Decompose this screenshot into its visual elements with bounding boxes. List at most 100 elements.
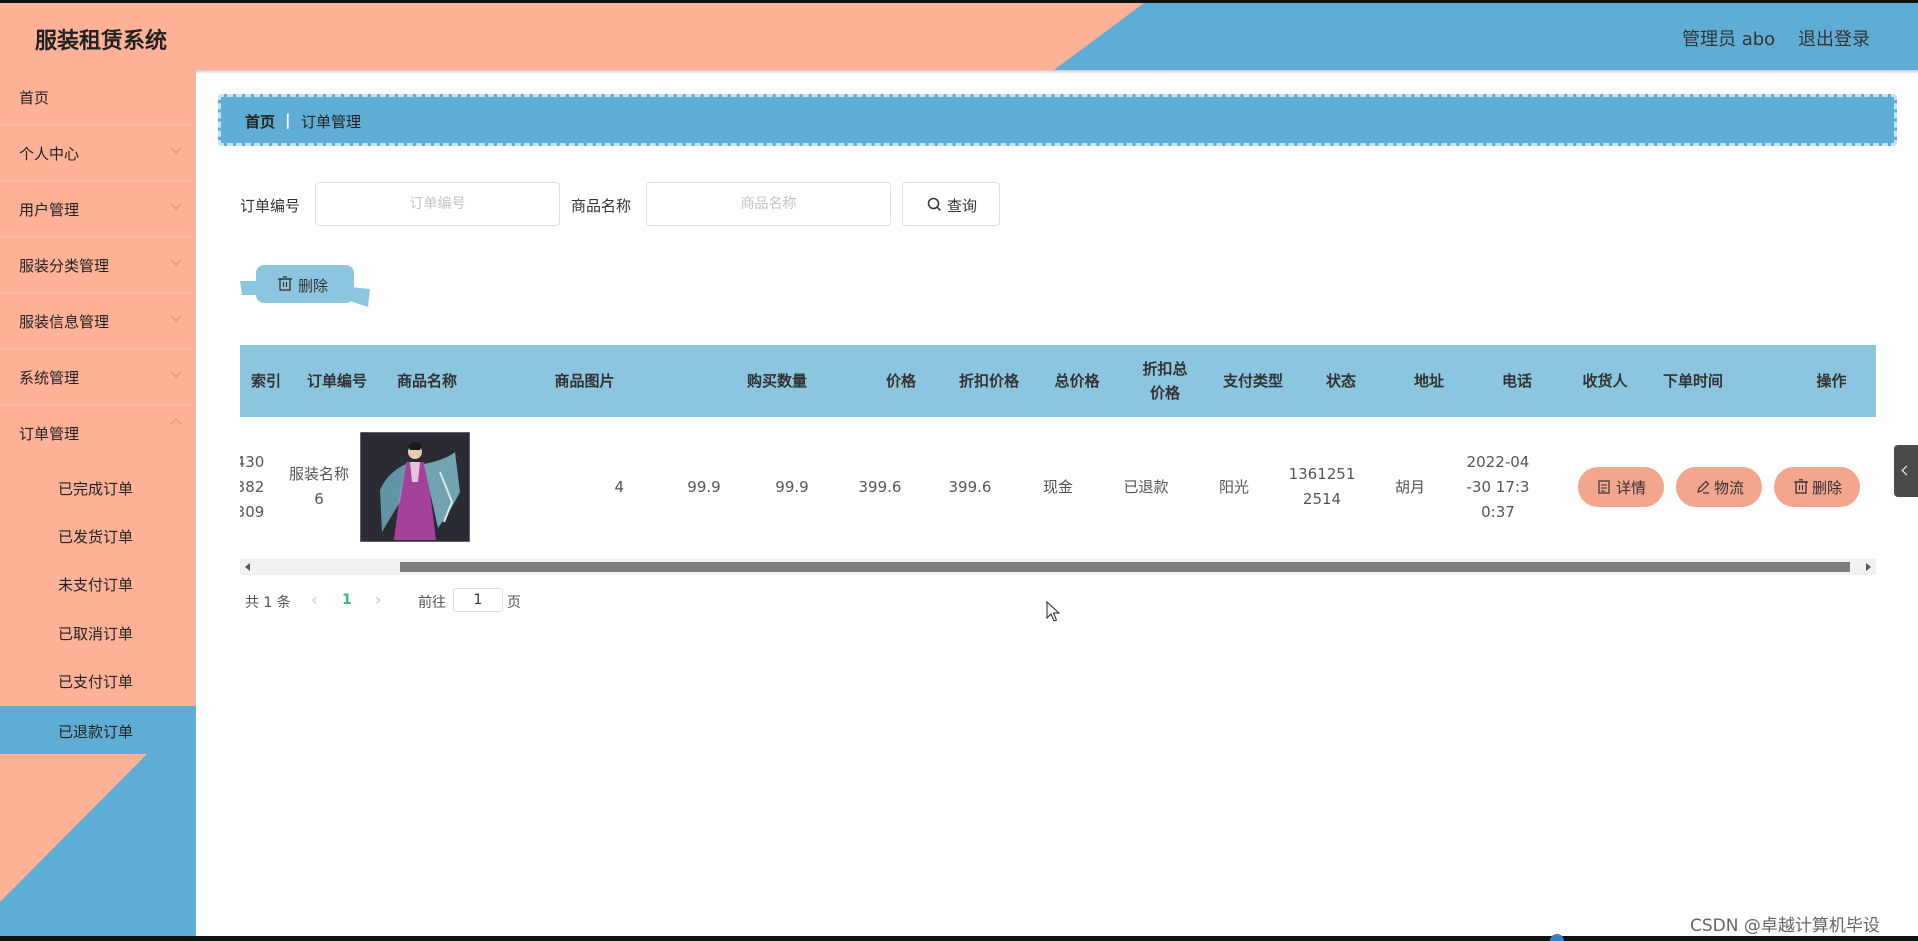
cell-status: 已退款 (1123, 477, 1169, 496)
detail-button[interactable]: 详情 (1578, 467, 1664, 507)
row-delete-button[interactable]: 删除 (1774, 467, 1860, 507)
sidebar-item-order-management[interactable]: 订单管理 (0, 406, 196, 461)
column-header: 商品图片 (554, 372, 615, 390)
admin-label: 管理员 abo (1682, 29, 1776, 50)
sidebar-item-system-management[interactable]: 系统管理 (0, 350, 196, 405)
column-header: 支付类型 (1222, 372, 1283, 390)
logout-link[interactable]: 退出登录 (1798, 25, 1870, 51)
cell-discount-price: 99.9 (775, 477, 809, 496)
cell-order-time: 2022-04 -30 17:3 0:37 (1466, 452, 1530, 521)
sidebar-item-label: 订单管理 (19, 425, 80, 443)
sidebar-item-user-management[interactable]: 用户管理 (0, 182, 196, 237)
sidebar-item-label: 服装分类管理 (19, 257, 110, 275)
cell-phone: 1361251 2514 (1288, 465, 1356, 508)
sidebar-subitem-unpaid-orders[interactable]: 未支付订单 (0, 559, 196, 607)
cell-total-price: 399.6 (858, 477, 902, 496)
product-name-label: 商品名称 (571, 197, 632, 215)
mouse-cursor-icon (1046, 601, 1060, 622)
product-name-input[interactable] (646, 182, 891, 226)
column-header: 索引 (250, 372, 281, 390)
scroll-left-icon[interactable] (244, 563, 252, 571)
column-header: 状态 (1325, 372, 1356, 390)
column-header: 订单编号 (306, 372, 367, 390)
sidebar-subitem-shipped-orders[interactable]: 已发货订单 (0, 511, 196, 559)
sidebar-subitem-paid-orders[interactable]: 已支付订单 (0, 656, 196, 704)
scroll-right-icon[interactable] (1864, 563, 1872, 571)
cell-receiver: 胡月 (1394, 477, 1425, 496)
chevron-down-icon (170, 310, 182, 322)
pagination-prev-icon[interactable]: ‹ (311, 590, 317, 609)
pagination-current-page[interactable]: 1 (342, 592, 352, 608)
app-frame: 服装租赁系统 管理员 abo 退出登录 首页 个人中心 用户管理 服装分类管理 (0, 3, 1918, 936)
sidebar-subitem-label: 已发货订单 (58, 528, 134, 546)
trash-icon (1794, 479, 1808, 494)
sidebar-subitem-completed-orders[interactable]: 已完成订单 (0, 463, 196, 511)
sidebar-subitem-refunded-orders[interactable]: 已退款订单 (0, 706, 196, 754)
query-button[interactable]: 查询 (902, 182, 1000, 226)
pagination-goto-input[interactable] (453, 588, 503, 612)
column-header: 总价格 (1054, 372, 1100, 390)
sidebar-subitem-label: 已完成订单 (58, 480, 134, 498)
query-button-label: 查询 (947, 197, 978, 215)
pagination-next-icon[interactable]: › (375, 590, 381, 609)
document-icon (1598, 480, 1610, 494)
cell-quantity: 4 (614, 477, 624, 496)
sidebar-item-clothing-info[interactable]: 服装信息管理 (0, 294, 196, 349)
column-header: 电话 (1501, 372, 1532, 390)
breadcrumb: 首页 | 订单管理 (218, 94, 1897, 146)
sidebar-item-clothing-category[interactable]: 服装分类管理 (0, 238, 196, 293)
batch-delete-area: 删除 (240, 265, 370, 307)
logistics-button-label: 物流 (1714, 479, 1745, 497)
sidebar-item-label: 首页 (19, 89, 50, 107)
cell-address: 阳光 (1218, 477, 1249, 496)
sidebar-item-personal-center[interactable]: 个人中心 (0, 126, 196, 181)
column-header: 操作 (1816, 372, 1847, 390)
detail-button-label: 详情 (1616, 479, 1647, 497)
watermark-text: CSDN @卓越计算机毕设 (1690, 916, 1880, 936)
chevron-up-icon (170, 418, 182, 430)
sidebar-item-label: 个人中心 (19, 145, 80, 163)
scrollbar-thumb[interactable] (400, 562, 1850, 572)
search-icon (927, 197, 942, 212)
order-no-label: 订单编号 (240, 197, 301, 215)
bottom-scroll-indicator (1550, 934, 1564, 941)
chevron-down-icon (170, 366, 182, 378)
row-delete-button-label: 删除 (1812, 479, 1843, 497)
header-shadow (0, 70, 1918, 74)
site-title: 服装租赁系统 (35, 29, 168, 54)
cell-price: 99.9 (687, 477, 721, 496)
table-header: 索引 订单编号 商品名称 商品图片 购买数量 价格 折扣价格 总价格 折扣总价格… (240, 345, 1876, 417)
batch-delete-label: 删除 (298, 277, 329, 295)
sidebar-subitem-label: 已取消订单 (58, 625, 134, 643)
sidebar-item-label: 用户管理 (19, 201, 80, 219)
side-panel-toggle[interactable] (1894, 445, 1918, 497)
edit-icon (1697, 480, 1710, 494)
chevron-left-icon (1901, 465, 1912, 476)
chevron-down-icon (170, 254, 182, 266)
chevron-down-icon (170, 142, 182, 154)
logistics-button[interactable]: 物流 (1676, 467, 1762, 507)
sidebar-subitem-label: 已退款订单 (58, 723, 134, 741)
sidebar-item-label: 系统管理 (19, 369, 80, 387)
sidebar-subitem-label: 已支付订单 (58, 673, 134, 691)
column-header: 下单时间 (1662, 372, 1723, 390)
breadcrumb-home[interactable]: 首页 (245, 111, 275, 132)
sidebar-item-home[interactable]: 首页 (0, 70, 196, 125)
cell-product-image (360, 417, 470, 557)
table-horizontal-scrollbar[interactable] (240, 559, 1876, 575)
sidebar-subitem-label: 未支付订单 (58, 576, 134, 594)
order-no-input[interactable] (315, 182, 560, 226)
column-header: 价格 (885, 372, 916, 390)
header-background (0, 3, 1918, 70)
cell-product-name: 服装名称 6 (288, 465, 349, 508)
sidebar-subitem-cancelled-orders[interactable]: 已取消订单 (0, 608, 196, 656)
column-header: 地址 (1413, 372, 1444, 390)
batch-delete-button[interactable]: 删除 (256, 265, 354, 303)
pagination-page-label: 页 (507, 595, 521, 611)
trash-icon (278, 276, 292, 291)
column-header: 购买数量 (746, 372, 807, 390)
cell-payment-type: 现金 (1042, 477, 1073, 496)
pagination-total: 共 1 条 (245, 595, 291, 611)
pagination-goto-label: 前往 (418, 595, 446, 611)
top-header: 服装租赁系统 管理员 abo 退出登录 (0, 3, 1918, 70)
